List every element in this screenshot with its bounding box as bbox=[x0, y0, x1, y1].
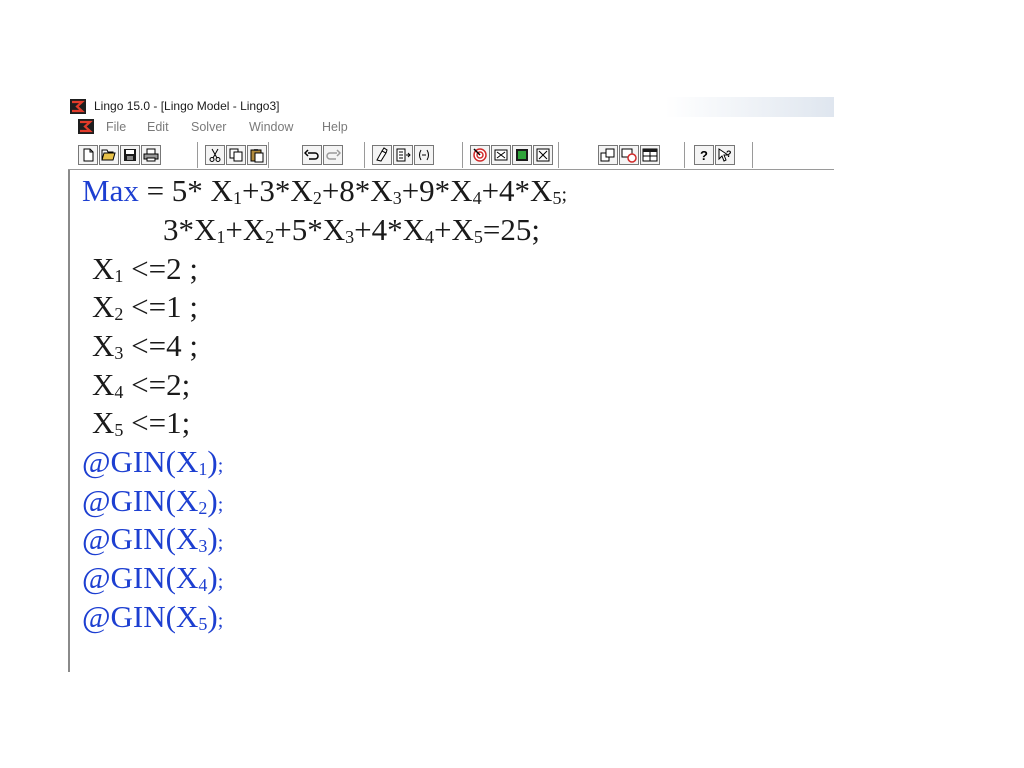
bound-line: X2 <=1 ; bbox=[92, 289, 198, 325]
bound-line: X3 <=4 ; bbox=[92, 328, 198, 364]
tile-icon[interactable] bbox=[640, 145, 660, 165]
bound-line: X1 <=2 ; bbox=[92, 251, 198, 287]
bound-line: X4 <=2; bbox=[92, 367, 191, 403]
save-icon[interactable] bbox=[120, 145, 140, 165]
max-keyword: Max bbox=[82, 173, 139, 208]
menu-bar: File Edit Solver Window Help bbox=[68, 117, 834, 137]
svg-text:?: ? bbox=[700, 148, 708, 163]
gin-line: @GIN(X2); bbox=[82, 483, 224, 519]
send-to-back-icon[interactable] bbox=[598, 145, 618, 165]
svg-text:?: ? bbox=[726, 149, 732, 159]
menu-file[interactable]: File bbox=[106, 120, 126, 134]
lingo-document-icon[interactable] bbox=[78, 119, 94, 134]
find-icon[interactable] bbox=[372, 145, 392, 165]
gin-line: @GIN(X1); bbox=[82, 444, 224, 480]
model-editor[interactable]: Max = 5* X1+3*X2+8*X3+9*X4+4*X5; 3*X1+X2… bbox=[68, 170, 836, 672]
undo-icon[interactable] bbox=[302, 145, 322, 165]
solution-icon[interactable] bbox=[491, 145, 511, 165]
menu-help[interactable]: Help bbox=[322, 120, 348, 134]
lingo-logo-icon bbox=[70, 99, 86, 114]
menu-window[interactable]: Window bbox=[249, 120, 293, 134]
context-help-icon[interactable]: ? bbox=[715, 145, 735, 165]
redo-icon[interactable] bbox=[323, 145, 343, 165]
toolbar: ? ? bbox=[68, 139, 834, 170]
goto-line-icon[interactable] bbox=[393, 145, 413, 165]
gin-line: @GIN(X4); bbox=[82, 560, 224, 596]
copy-icon[interactable] bbox=[226, 145, 246, 165]
match-parenthesis-icon[interactable] bbox=[414, 145, 434, 165]
open-icon[interactable] bbox=[99, 145, 119, 165]
help-icon[interactable]: ? bbox=[694, 145, 714, 165]
print-icon[interactable] bbox=[141, 145, 161, 165]
new-icon[interactable] bbox=[78, 145, 98, 165]
paste-icon[interactable] bbox=[247, 145, 267, 165]
matrix-picture-icon[interactable] bbox=[512, 145, 532, 165]
window-title: Lingo 15.0 - [Lingo Model - Lingo3] bbox=[94, 99, 280, 113]
close-all-icon[interactable] bbox=[533, 145, 553, 165]
solve-icon[interactable] bbox=[470, 145, 490, 165]
title-bar[interactable]: Lingo 15.0 - [Lingo Model - Lingo3] bbox=[68, 97, 834, 117]
menu-edit[interactable]: Edit bbox=[147, 120, 169, 134]
gin-line: @GIN(X5); bbox=[82, 599, 224, 635]
gin-line: @GIN(X3); bbox=[82, 521, 224, 557]
cut-icon[interactable] bbox=[205, 145, 225, 165]
close-all-windows-icon[interactable] bbox=[619, 145, 639, 165]
menu-solver[interactable]: Solver bbox=[191, 120, 226, 134]
lingo-window: Lingo 15.0 - [Lingo Model - Lingo3] File… bbox=[68, 97, 836, 672]
bound-line: X5 <=1; bbox=[92, 405, 191, 441]
objective-line: Max = 5* X1+3*X2+8*X3+9*X4+4*X5; bbox=[82, 173, 568, 209]
constraint-line: 3*X1+X2+5*X3+4*X4+X5=25; bbox=[163, 212, 540, 248]
